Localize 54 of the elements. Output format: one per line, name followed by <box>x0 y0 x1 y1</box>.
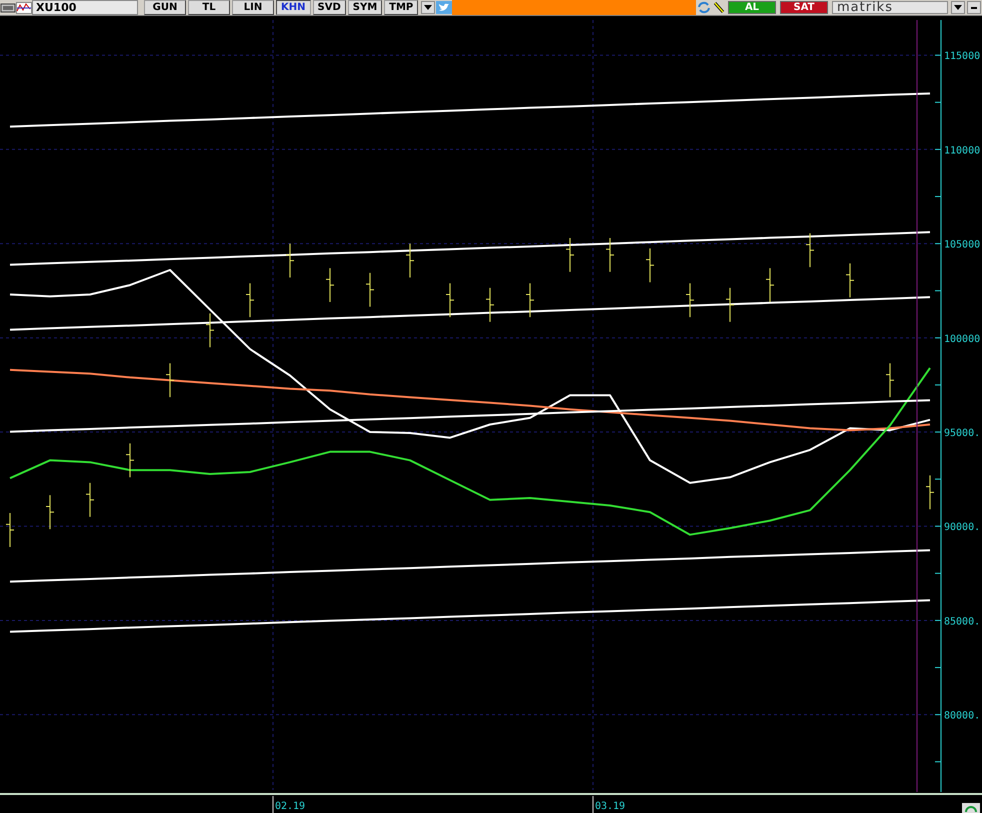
price-bar <box>446 282 454 318</box>
sell-button[interactable]: SAT <box>780 1 828 14</box>
price-bar <box>86 482 94 518</box>
price-bar <box>846 262 854 298</box>
symbol-field[interactable]: XU100 <box>32 0 138 15</box>
toolbar-button[interactable]: KHN <box>276 0 310 15</box>
toolbar-button[interactable]: LIN <box>232 0 274 15</box>
reload-icon[interactable] <box>962 803 980 813</box>
caret-icon <box>424 5 432 10</box>
toolbar-button[interactable]: SVD <box>312 0 346 15</box>
price-bar <box>806 232 814 268</box>
price-bar <box>246 282 254 318</box>
caret-icon <box>954 5 962 10</box>
toolbar-button[interactable]: TL <box>188 0 230 15</box>
axis-label: 110000 <box>944 145 980 156</box>
price-bar <box>166 362 174 398</box>
axis-label: 100000 <box>944 334 980 345</box>
price-bar <box>686 282 694 318</box>
axis-label: 90000. <box>944 522 980 534</box>
pencil-icon[interactable] <box>712 1 726 14</box>
axis-label: 115000 <box>944 51 980 62</box>
price-bar <box>886 362 894 398</box>
brand-logo: matriks <box>832 1 948 14</box>
price-bar <box>926 474 934 510</box>
axis-label: 02.19 <box>274 801 306 812</box>
price-bar <box>326 268 334 303</box>
price-bar <box>126 442 134 478</box>
axis-label: 80000. <box>944 710 980 722</box>
price-bar <box>406 243 414 278</box>
dropdown-button[interactable] <box>951 1 965 14</box>
axis-label: 03.19 <box>594 801 626 812</box>
price-bar <box>6 512 14 548</box>
minimize-button[interactable] <box>967 1 981 14</box>
axis-label: 95000. <box>944 428 980 440</box>
price-bar <box>566 237 574 272</box>
price-bar <box>366 272 374 308</box>
dropdown-button[interactable] <box>421 1 436 14</box>
price-bar <box>46 494 54 530</box>
price-bar <box>526 282 534 318</box>
window-icon[interactable] <box>0 2 16 14</box>
price-bar <box>726 287 734 322</box>
axis-label: 85000. <box>944 616 980 628</box>
price-bar <box>766 268 774 303</box>
price-bar <box>606 237 614 272</box>
toolbar-button[interactable]: GUN <box>144 0 186 15</box>
toolbar-button[interactable]: SYM <box>348 0 382 15</box>
price-bar <box>286 243 294 278</box>
toolbar-button[interactable]: TMP <box>384 0 418 15</box>
wave-chart-icon[interactable] <box>16 2 32 14</box>
price-bar <box>646 248 654 283</box>
price-bar <box>486 287 494 322</box>
axis-label: 105000 <box>944 240 980 251</box>
minimize-icon <box>971 6 977 8</box>
price-bar <box>206 312 214 348</box>
